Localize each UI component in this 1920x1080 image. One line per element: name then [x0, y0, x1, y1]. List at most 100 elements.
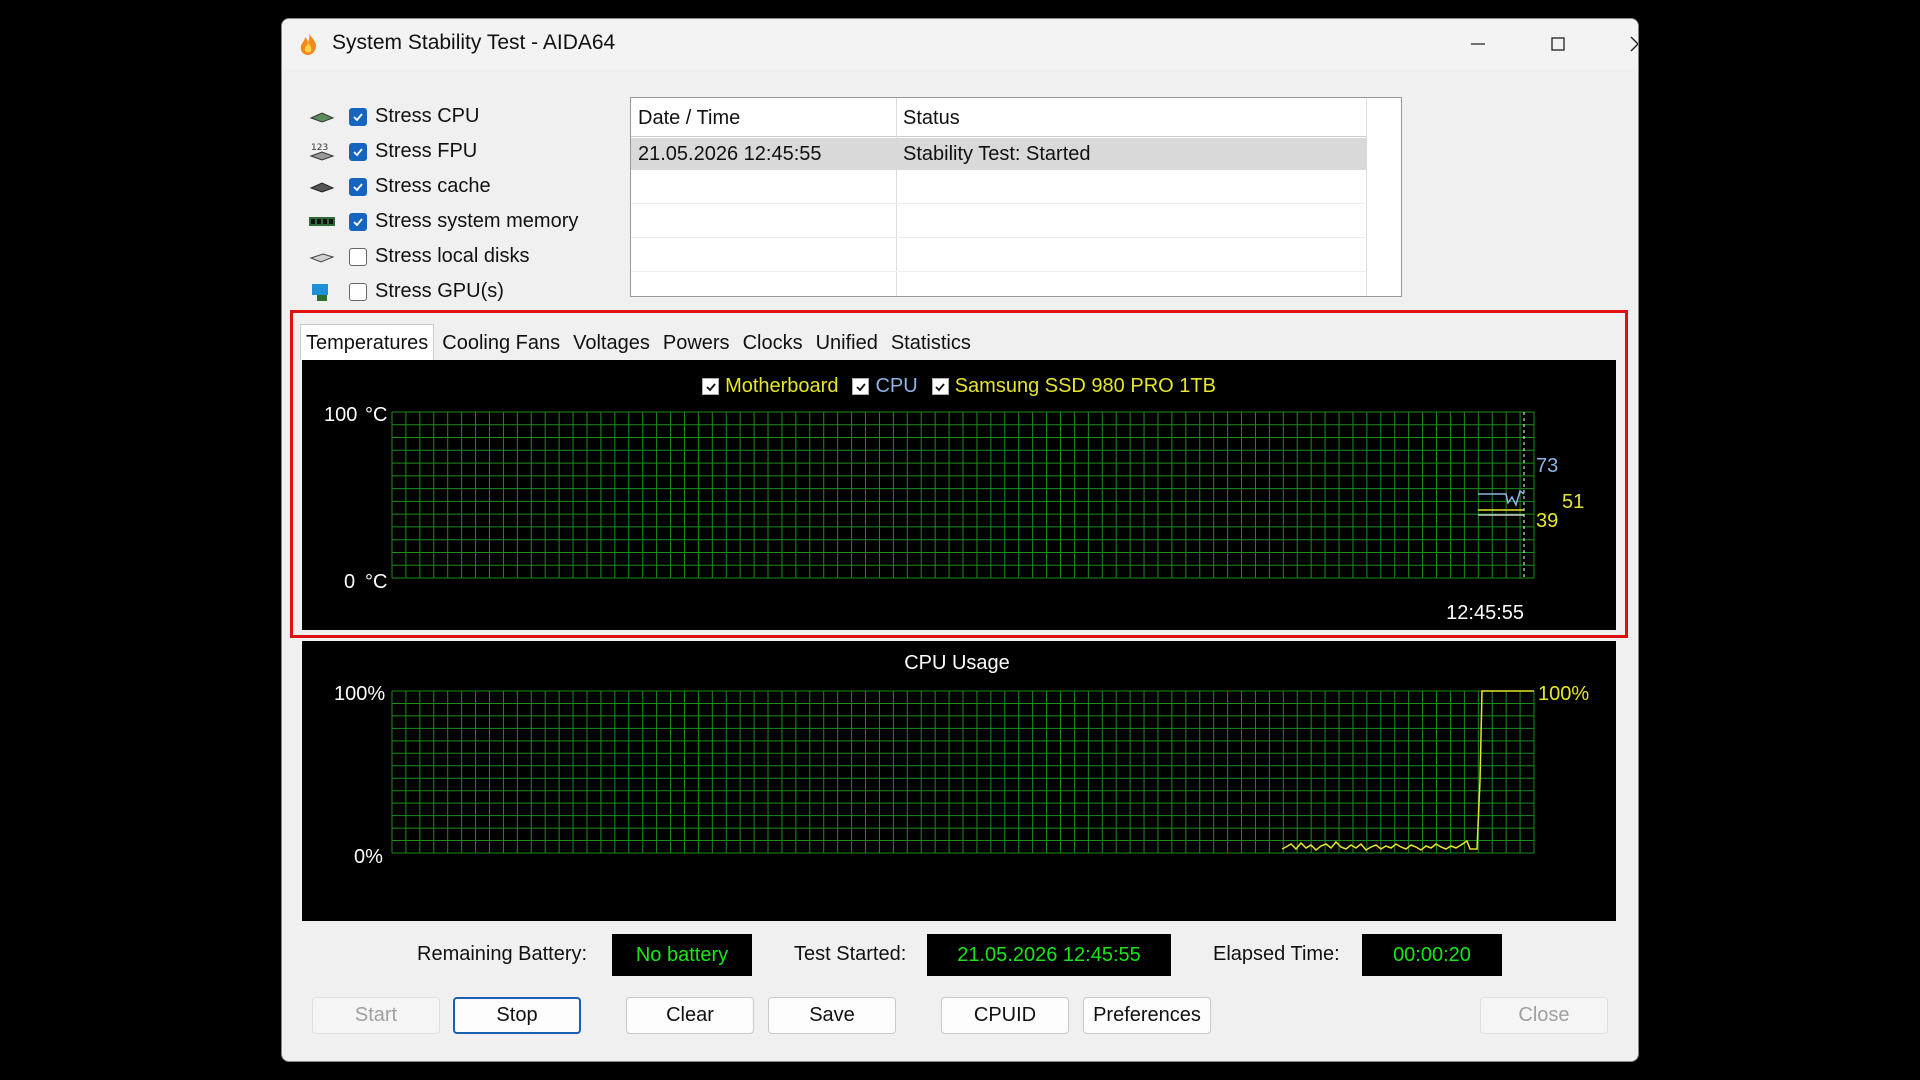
tab-powers[interactable]: Powers [658, 324, 735, 360]
preferences-button[interactable]: Preferences [1083, 997, 1211, 1034]
ssd-temp-readout: 51 [1562, 491, 1584, 513]
cache-chip-icon [307, 176, 337, 198]
log-datetime: 21.05.2026 12:45:55 [638, 143, 822, 165]
maximize-icon [1551, 37, 1565, 51]
elapsed-time-value: 00:00:20 [1362, 934, 1502, 976]
close-window-button[interactable] [1598, 19, 1638, 69]
checkmark-icon [353, 217, 363, 226]
legend-label: Samsung SSD 980 PRO 1TB [954, 375, 1216, 397]
stress-option-label: Stress system memory [375, 210, 579, 232]
tab-voltages[interactable]: Voltages [568, 324, 655, 360]
cpuid-button[interactable]: CPUID [941, 997, 1069, 1034]
checkmark-icon [856, 382, 866, 391]
stress-checkbox-1[interactable] [349, 142, 367, 161]
cpu-usage-graph: CPU Usage 100% 0% 100% [302, 641, 1616, 921]
minimize-icon [1471, 43, 1485, 45]
clear-button[interactable]: Clear [626, 997, 754, 1034]
stress-option-label: Stress local disks [375, 245, 530, 267]
stress-option-4[interactable]: Stress local disks [307, 239, 578, 274]
stop-button[interactable]: Stop [453, 997, 581, 1034]
minimize-button[interactable] [1438, 19, 1518, 69]
stress-option-5[interactable]: Stress GPU(s) [307, 274, 578, 309]
legend-item-0[interactable]: Motherboard [702, 375, 838, 398]
stress-checkbox-0[interactable] [349, 107, 367, 126]
stress-checkbox-5[interactable] [349, 282, 367, 301]
aida64-flame-icon [300, 33, 316, 55]
maximize-button[interactable] [1518, 19, 1598, 69]
gpu-icon [307, 281, 337, 303]
save-button[interactable]: Save [768, 997, 896, 1034]
log-header: Date / Time Status [631, 98, 1367, 137]
checkmark-icon [353, 147, 363, 156]
cpu-temp-readout: 73 [1536, 455, 1558, 477]
legend-label: Motherboard [725, 375, 839, 397]
start-button[interactable]: Start [312, 997, 440, 1034]
stress-checkbox-3[interactable] [349, 212, 367, 231]
column-header-status[interactable]: Status [896, 98, 1366, 136]
fpu-numbers-icon: 123 [307, 141, 337, 163]
tab-temperatures[interactable]: Temperatures [300, 324, 435, 360]
legend-label: CPU [875, 375, 918, 397]
cpu-chip-icon [307, 106, 337, 128]
temp-axis-min-label: 0 [344, 571, 355, 593]
temp-axis-max-label: 100 [324, 404, 357, 426]
tab-statistics[interactable]: Statistics [886, 324, 976, 360]
stress-checkbox-2[interactable] [349, 177, 367, 196]
event-log-table[interactable]: Date / Time Status 21.05.2026 12:45:55 S… [630, 97, 1402, 297]
window-title: System Stability Test - AIDA64 [332, 31, 616, 54]
cpu-usage-plot: CPU Usage 100% 0% 100% [334, 652, 1589, 868]
checkmark-icon [705, 382, 716, 391]
close-icon [1630, 36, 1638, 52]
column-header-datetime[interactable]: Date / Time [631, 98, 896, 136]
stress-checkbox-4[interactable] [349, 247, 367, 266]
svg-text:123: 123 [311, 143, 328, 153]
graph-grid [391, 690, 1535, 854]
cpu-usage-readout: 100% [1538, 683, 1589, 705]
temperature-graph: Motherboard CPU Samsung SSD 980 PRO 1TB 10… [302, 360, 1616, 630]
legend-item-2[interactable]: Samsung SSD 980 PRO 1TB [931, 375, 1216, 398]
legend-checkbox[interactable] [702, 378, 720, 395]
temperature-legend: Motherboard CPU Samsung SSD 980 PRO 1TB [302, 375, 1616, 399]
graph-grid [391, 411, 1535, 579]
memory-module-icon [307, 211, 337, 233]
cpu-usage-line [1281, 690, 1534, 852]
battery-value: No battery [612, 934, 752, 976]
table-row[interactable]: 21.05.2026 12:45:55 Stability Test: Star… [631, 138, 1367, 170]
motherboard-temp-readout: 39 [1536, 510, 1558, 532]
tab-cooling-fans[interactable]: Cooling Fans [437, 324, 565, 360]
legend-checkbox[interactable] [852, 378, 870, 395]
cpu-temp-trace [1478, 489, 1525, 508]
stress-options: Stress CPU 123 Stress FPU Stress cache Stres… [307, 99, 578, 309]
stress-option-label: Stress cache [375, 175, 491, 197]
cpu-graph-title: CPU Usage [904, 652, 1010, 674]
log-status: Stability Test: Started [903, 143, 1091, 165]
legend-item-1[interactable]: CPU [852, 375, 918, 398]
temp-axis-unit-bottom: °C [365, 571, 387, 593]
cpu-axis-min-label: 0% [354, 846, 383, 868]
checkmark-icon [935, 382, 945, 391]
title-bar[interactable]: System Stability Test - AIDA64 [282, 19, 1638, 69]
close-button[interactable]: Close [1480, 997, 1608, 1034]
test-started-value: 21.05.2026 12:45:55 [927, 934, 1171, 976]
stress-option-2[interactable]: Stress cache [307, 169, 578, 204]
temp-time-label: 12:45:55 [1446, 602, 1524, 624]
tab-unified[interactable]: Unified [811, 324, 883, 360]
stress-option-label: Stress CPU [375, 105, 480, 127]
checkmark-icon [353, 112, 363, 121]
stress-option-label: Stress GPU(s) [375, 280, 504, 302]
temperature-plot: 100 0 °C °C 735139 12:45:55 [324, 404, 1584, 624]
stress-option-3[interactable]: Stress system memory [307, 204, 578, 239]
test-started-label: Test Started: [794, 943, 907, 965]
stress-option-0[interactable]: Stress CPU [307, 99, 578, 134]
temp-axis-unit-top: °C [365, 404, 387, 426]
stability-test-window: System Stability Test - AIDA64 Stress CP… [281, 18, 1639, 1062]
elapsed-time-label: Elapsed Time: [1213, 943, 1340, 965]
battery-label: Remaining Battery: [417, 943, 588, 965]
stress-option-label: Stress FPU [375, 140, 478, 162]
tab-clocks[interactable]: Clocks [738, 324, 808, 360]
stress-option-1[interactable]: 123 Stress FPU [307, 134, 578, 169]
graph-tabs: Temperatures Cooling Fans Voltages Powers Cl… [300, 324, 979, 360]
disk-drive-icon [307, 246, 337, 268]
checkmark-icon [353, 182, 363, 191]
legend-checkbox[interactable] [931, 378, 949, 395]
